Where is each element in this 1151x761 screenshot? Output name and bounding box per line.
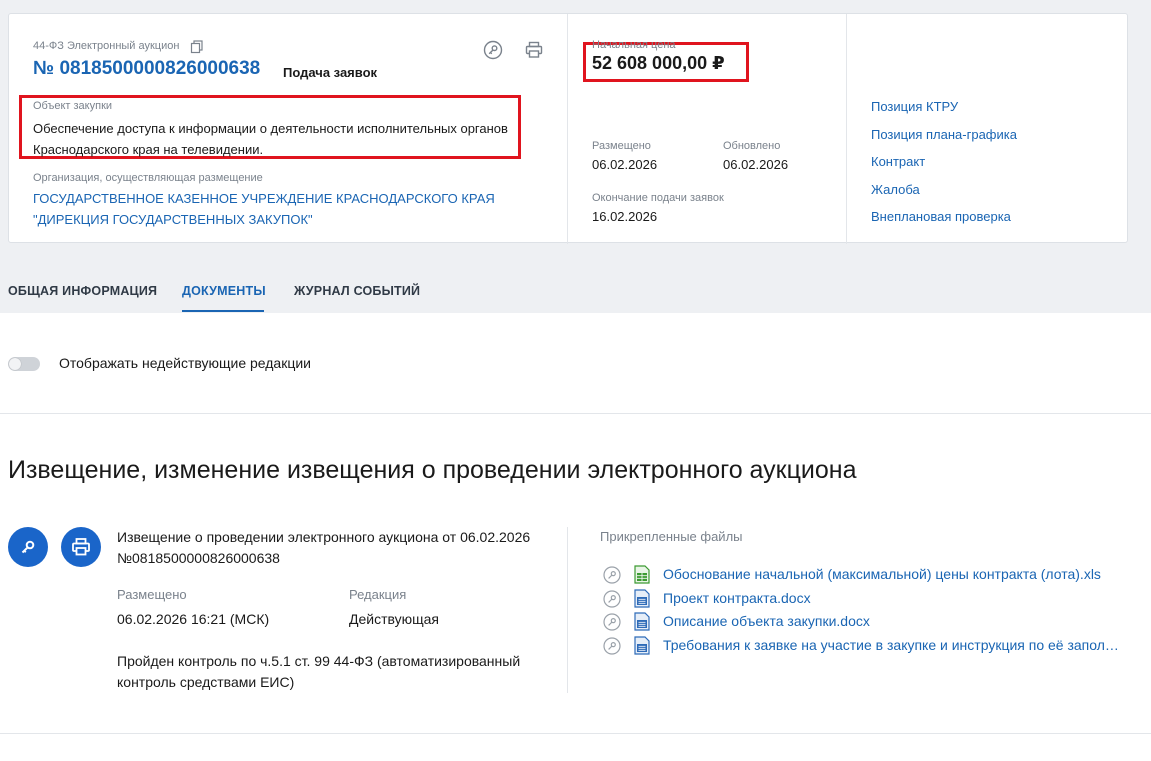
tab-event-log[interactable]: ЖУРНАЛ СОБЫТИЙ <box>294 284 420 298</box>
file-item[interactable]: Требования к заявке на участие в закупке… <box>603 635 1143 657</box>
price-label: Начальная цена <box>592 39 676 51</box>
divider <box>0 733 1151 734</box>
object-text: Обеспечение доступа к информации о деяте… <box>33 121 508 157</box>
view-notice-button[interactable] <box>8 527 48 567</box>
notice-placed-label: Размещено <box>117 587 187 602</box>
updated-value: 06.02.2026 <box>723 157 789 172</box>
key-icon[interactable] <box>603 566 621 584</box>
purchase-card: 44-ФЗ Электронный аукцион № 081850000082… <box>8 13 1128 244</box>
org-label: Организация, осуществляющая размещение <box>33 172 263 184</box>
section-title: Извещение, изменение извещения о проведе… <box>8 456 857 484</box>
print-icon[interactable] <box>524 40 544 60</box>
control-text: Пройден контроль по ч.5.1 ст. 99 44-ФЗ (… <box>117 653 521 690</box>
file-name-link[interactable]: Описание объекта закупки.docx <box>663 613 870 629</box>
placed-label: Размещено <box>592 140 651 152</box>
attached-files-label: Прикрепленные файлы <box>600 529 743 544</box>
column-divider <box>846 14 847 244</box>
column-divider <box>567 14 568 244</box>
file-item[interactable]: Обоснование начальной (максимальной) цен… <box>603 564 1143 586</box>
key-icon[interactable] <box>603 613 621 631</box>
link-plan-position[interactable]: Позиция плана-графика <box>871 127 1017 155</box>
notice-title: Извещение о проведении электронного аукц… <box>117 529 531 566</box>
link-complaint[interactable]: Жалоба <box>871 182 1017 210</box>
file-name-link[interactable]: Обоснование начальной (максимальной) цен… <box>663 566 1101 582</box>
key-icon[interactable] <box>603 590 621 608</box>
org-link[interactable]: ГОСУДАРСТВЕННОЕ КАЗЕННОЕ УЧРЕЖДЕНИЕ КРАС… <box>33 188 513 230</box>
notice-placed-value: 06.02.2026 16:21 (МСК) <box>117 611 270 627</box>
print-notice-button[interactable] <box>61 527 101 567</box>
docx-file-icon <box>634 589 650 608</box>
docx-file-icon <box>634 636 650 655</box>
column-divider <box>567 527 568 693</box>
file-name-link[interactable]: Проект контракта.docx <box>663 590 811 606</box>
active-tab-indicator <box>182 310 264 312</box>
key-icon[interactable] <box>603 637 621 655</box>
tab-general-info[interactable]: ОБЩАЯ ИНФОРМАЦИЯ <box>8 284 157 298</box>
link-unscheduled-check[interactable]: Внеплановая проверка <box>871 209 1017 237</box>
placed-value: 06.02.2026 <box>592 157 658 172</box>
link-ktru-position[interactable]: Позиция КТРУ <box>871 99 1017 127</box>
file-item[interactable]: Проект контракта.docx <box>603 588 1143 610</box>
key-icon <box>21 540 35 554</box>
print-icon <box>72 538 90 556</box>
updated-label: Обновлено <box>723 140 781 152</box>
file-name-link[interactable]: Требования к заявке на участие в закупке… <box>663 637 1125 653</box>
side-links: Позиция КТРУ Позиция плана-графика Контр… <box>871 99 1017 237</box>
docx-file-icon <box>634 612 650 631</box>
file-item[interactable]: Описание объекта закупки.docx <box>603 611 1143 633</box>
show-inactive-label: Отображать недействующие редакции <box>59 355 312 371</box>
show-inactive-toggle[interactable] <box>8 357 40 371</box>
xls-file-icon <box>634 565 650 584</box>
copy-icon[interactable] <box>190 40 204 54</box>
divider <box>0 413 1151 414</box>
deadline-value: 16.02.2026 <box>592 209 658 224</box>
notice-edition-label: Редакция <box>349 587 407 602</box>
tab-documents[interactable]: ДОКУМЕНТЫ <box>182 284 266 298</box>
key-icon[interactable] <box>483 40 503 60</box>
deadline-label: Окончание подачи заявок <box>592 192 724 204</box>
status-badge: Подача заявок <box>283 65 378 80</box>
registry-number-link[interactable]: № 0818500000826000638 <box>33 58 260 80</box>
link-contract[interactable]: Контракт <box>871 154 1017 182</box>
law-type: 44-ФЗ Электронный аукцион <box>33 40 180 52</box>
price-value: 52 608 000,00 ₽ <box>592 53 725 73</box>
object-label: Объект закупки <box>33 100 113 112</box>
notice-edition-value: Действующая <box>349 611 440 627</box>
